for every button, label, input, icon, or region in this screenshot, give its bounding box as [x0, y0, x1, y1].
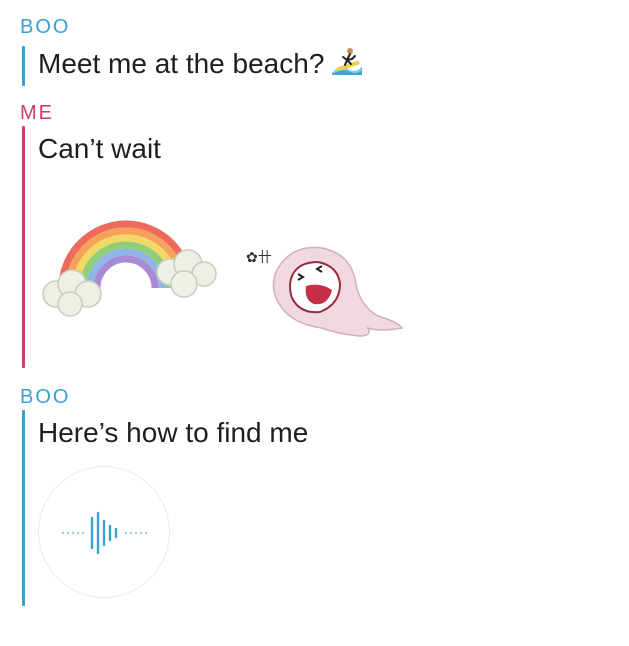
sender-bar-me — [22, 126, 25, 368]
chat-message[interactable]: Can’t wait — [38, 133, 161, 165]
sender-bar-boo — [22, 46, 25, 86]
sender-label-me: ME — [20, 102, 54, 124]
surfer-emoji-icon — [330, 47, 364, 84]
svg-text:✿卄: ✿卄 — [246, 250, 272, 266]
audio-waveform-icon — [61, 511, 148, 555]
voice-note-button[interactable] — [38, 466, 170, 598]
rainbow-sticker[interactable] — [38, 210, 218, 325]
sender-bar-boo — [22, 410, 25, 606]
sender-label-boo: BOO — [20, 386, 71, 408]
sender-label-boo: BOO — [20, 16, 71, 38]
chat-message[interactable]: Here’s how to find me — [38, 417, 308, 449]
message-text: Meet me at the beach? — [38, 47, 325, 79]
laughing-ghost-sticker[interactable]: ✿卄 — [240, 236, 408, 345]
chat-message[interactable]: Meet me at the beach? — [38, 47, 364, 84]
